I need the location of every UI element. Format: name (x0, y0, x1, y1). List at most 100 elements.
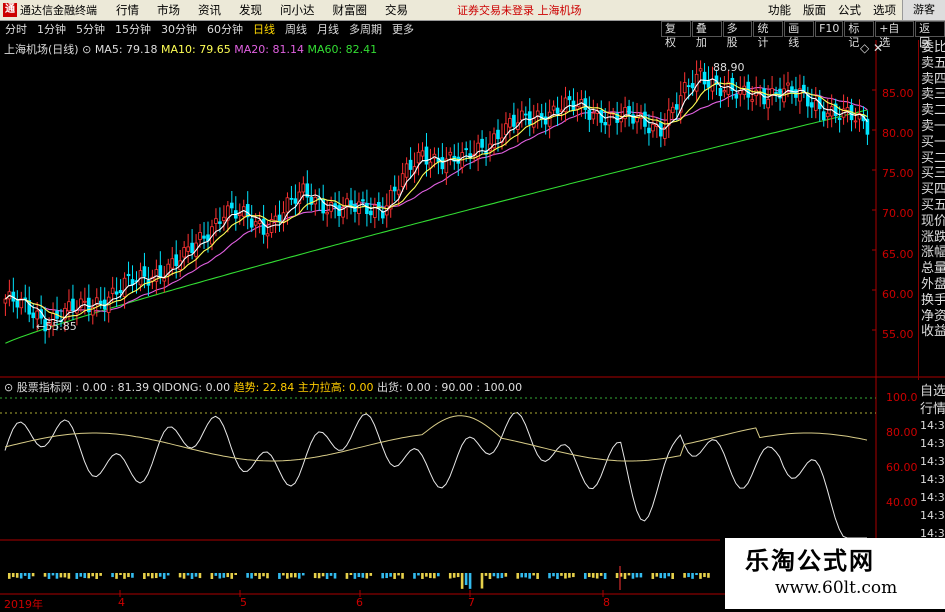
volume-bar (627, 573, 631, 576)
candle-body (285, 197, 290, 213)
volume-bar (127, 573, 130, 578)
volume-bar (353, 573, 357, 579)
side-item-1[interactable]: 卖五 (919, 56, 945, 72)
ma20-label: MA20: 81.14 (234, 43, 304, 56)
volume-bar (150, 573, 154, 579)
ma20-line (5, 86, 868, 312)
date-tick-4: 7 (468, 596, 475, 609)
candle-body (825, 112, 830, 118)
circle-icon[interactable]: ⊙ (82, 43, 91, 56)
side-item-9[interactable]: 买四 (919, 182, 945, 198)
volume-bar (286, 573, 289, 579)
candle-body (496, 129, 500, 140)
side-item-2[interactable]: 卖四 (919, 72, 945, 88)
side-tab-1[interactable]: 行情 (918, 401, 945, 419)
volume-bar (325, 573, 329, 579)
chuhuo-label: 出货: 0.00 : 90.00 : 100.00 (377, 381, 523, 394)
volume-bar (297, 573, 301, 579)
volume-bar (27, 573, 31, 579)
volume-bar (131, 573, 134, 578)
side-item-7[interactable]: 买二 (919, 151, 945, 167)
candle-body (535, 110, 540, 117)
volume-bar (290, 573, 293, 578)
side-item-6[interactable]: 买一 (919, 135, 945, 151)
kline-chart[interactable] (0, 0, 945, 609)
quote-side-panel[interactable]: 委比 卖五 卖四 卖三 卖二 卖一 买一 买二 买三 买四 买五 现价 涨跌 涨幅 总量 外盘 换手 净资 收益 (918, 40, 945, 380)
chart-frame (0, 40, 945, 597)
volume-bar (651, 573, 655, 579)
volume-bar (365, 573, 369, 579)
candle-body (440, 157, 445, 170)
volume-bar (591, 573, 595, 578)
candle-body (369, 210, 373, 216)
candle-body (734, 94, 739, 99)
candle-body (396, 189, 401, 195)
volume-bar (234, 573, 238, 576)
volume-bar (381, 573, 384, 579)
side-item-18[interactable]: 收益 (919, 324, 945, 340)
volume-bar (437, 573, 440, 577)
side-item-17[interactable]: 净资 (919, 309, 945, 325)
config-icon[interactable]: ◇ ✕ (860, 41, 883, 55)
candle-body (603, 122, 608, 126)
candle-body (218, 221, 222, 224)
side-item-0[interactable]: 委比 (919, 40, 945, 56)
side-item-12[interactable]: 涨跌 (919, 230, 945, 246)
candle-body (261, 218, 266, 235)
volume-bar (623, 573, 627, 579)
candle-body (718, 87, 723, 97)
candle-body (766, 98, 770, 109)
volume-bar (516, 573, 520, 579)
volume-bar (496, 573, 500, 579)
candle-body (230, 202, 234, 209)
volume-bar (492, 573, 496, 577)
candle-body (523, 113, 528, 116)
side-item-16[interactable]: 换手 (919, 293, 945, 309)
stock-title: 上海机场(日线) (4, 43, 79, 56)
volume-bar (59, 573, 63, 578)
ma20-polyline (5, 86, 868, 312)
volume-bar (47, 573, 51, 579)
ind-tick-2: 60.00 (886, 461, 918, 474)
candle-body (404, 163, 409, 178)
volume-bar (230, 573, 234, 579)
volume-bar (31, 573, 35, 577)
candle-body (182, 247, 186, 258)
side-item-3[interactable]: 卖三 (919, 87, 945, 103)
volume-bar (389, 573, 392, 577)
volume-bar (615, 573, 619, 579)
side-item-14[interactable]: 总量 (919, 261, 945, 277)
side-item-13[interactable]: 涨幅 (919, 245, 945, 261)
price-tick-2: 75.00 (882, 167, 914, 180)
candle-body (670, 106, 675, 114)
indicator-name: 股票指标网 : 0.00 : 81.39 (16, 381, 150, 394)
candle-body (464, 148, 469, 151)
volume-bar (23, 573, 27, 576)
side-item-4[interactable]: 卖二 (919, 103, 945, 119)
volume-bar (333, 573, 337, 579)
volume-bar (456, 573, 460, 578)
time-1: 14:30 (920, 437, 945, 450)
circle-icon[interactable]: ⊙ (4, 381, 13, 394)
side-tabs[interactable]: 自选 行情 (918, 383, 945, 423)
candle-body (67, 301, 71, 312)
candle-body (202, 235, 206, 239)
side-item-10[interactable]: 买五 (919, 198, 945, 214)
volume-bar (691, 573, 694, 579)
candle-body (774, 92, 778, 94)
volume-bar (313, 573, 317, 579)
volume-bar (266, 573, 269, 579)
side-tab-0[interactable]: 自选 (918, 383, 945, 401)
side-item-15[interactable]: 外盘 (919, 277, 945, 293)
volume-bar (19, 573, 23, 579)
side-item-5[interactable]: 卖一 (919, 119, 945, 135)
main-info-line: 上海机场(日线) ⊙ MA5: 79.18 MA10: 79.65 MA20: … (4, 41, 377, 57)
volume-bar (226, 573, 230, 578)
side-item-8[interactable]: 买三 (919, 166, 945, 182)
volume-bar (87, 573, 91, 579)
candle-body (627, 106, 631, 115)
side-item-11[interactable]: 现价 (919, 214, 945, 230)
zhuli-label: 主力拉高: 0.00 (297, 381, 374, 394)
candle-body (329, 202, 333, 212)
watermark-url: www.60lt.com (775, 578, 898, 598)
